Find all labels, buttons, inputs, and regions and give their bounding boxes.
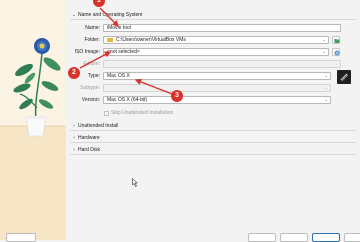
chevron-right-icon: ›: [73, 146, 75, 153]
version-select[interactable]: Mac OS X (64-bit) ⌄: [103, 96, 331, 104]
potted-plant-illustration: [0, 38, 66, 240]
chevron-right-icon: ›: [73, 134, 75, 141]
folder-icon: [107, 38, 113, 42]
version-label: Version:: [81, 97, 100, 103]
wizard-illustration: [0, 0, 66, 240]
subtype-label: Subtype:: [80, 85, 100, 91]
chevron-down-icon: ⌄: [322, 37, 326, 42]
version-value: Mac OS X (64-bit): [107, 97, 148, 103]
chevron-down-icon: ⌄: [324, 85, 328, 90]
back-button[interactable]: [280, 233, 308, 242]
iso-image-label: ISO Image:: [74, 49, 100, 55]
annotation-badge-3: 3: [171, 90, 183, 102]
finish-button[interactable]: [312, 233, 340, 242]
chevron-down-icon: ⌄: [322, 49, 326, 54]
browse-iso-button[interactable]: [332, 48, 340, 56]
browse-folder-button[interactable]: [332, 36, 340, 44]
section-title: Hardware: [78, 134, 100, 141]
folder-path: C:\Users\owner\VirtualBox VMs: [116, 37, 186, 43]
type-value: Mac OS X: [107, 73, 130, 79]
name-input[interactable]: iMovie tool: [103, 24, 341, 32]
chevron-down-icon: ⌄: [71, 11, 77, 18]
subtype-select[interactable]: ⌄: [103, 84, 331, 92]
apple-logo-icon: [340, 73, 349, 82]
chevron-down-icon: ⌄: [324, 73, 328, 78]
chevron-down-icon: ⌄: [324, 97, 328, 102]
section-title: Unattended Install: [78, 122, 119, 129]
expert-mode-button[interactable]: [248, 233, 276, 242]
help-button[interactable]: [6, 233, 36, 242]
skip-unattended-label: Skip Unattended Installation: [111, 110, 174, 116]
section-title: Name and Operating System: [78, 11, 143, 18]
os-type-icon: [337, 70, 351, 84]
name-label: Name:: [85, 25, 100, 31]
cancel-button[interactable]: [344, 233, 360, 242]
folder-label: Folder:: [84, 37, 100, 43]
skip-unattended-checkbox[interactable]: [104, 111, 109, 116]
section-hardware[interactable]: › Hardware: [70, 133, 356, 143]
type-select[interactable]: Mac OS X ⌄: [103, 72, 331, 80]
chevron-right-icon: ›: [73, 122, 75, 129]
add-folder-icon: [334, 38, 339, 43]
edition-select[interactable]: ⌄: [103, 60, 341, 68]
section-name-and-os[interactable]: ⌄ Name and Operating System: [70, 10, 356, 20]
chevron-down-icon: ⌄: [334, 61, 338, 66]
iso-image-value: <not selected>: [107, 49, 140, 55]
section-unattended-install[interactable]: › Unattended Install: [70, 121, 356, 131]
disc-icon: [334, 50, 339, 55]
iso-image-select[interactable]: <not selected> ⌄: [103, 48, 329, 56]
mouse-cursor-icon: [132, 178, 138, 187]
folder-select[interactable]: C:\Users\owner\VirtualBox VMs ⌄: [103, 36, 329, 44]
section-hard-disk[interactable]: › Hard Disk: [70, 145, 356, 155]
annotation-badge-2: 2: [68, 67, 80, 79]
section-title: Hard Disk: [78, 146, 100, 153]
